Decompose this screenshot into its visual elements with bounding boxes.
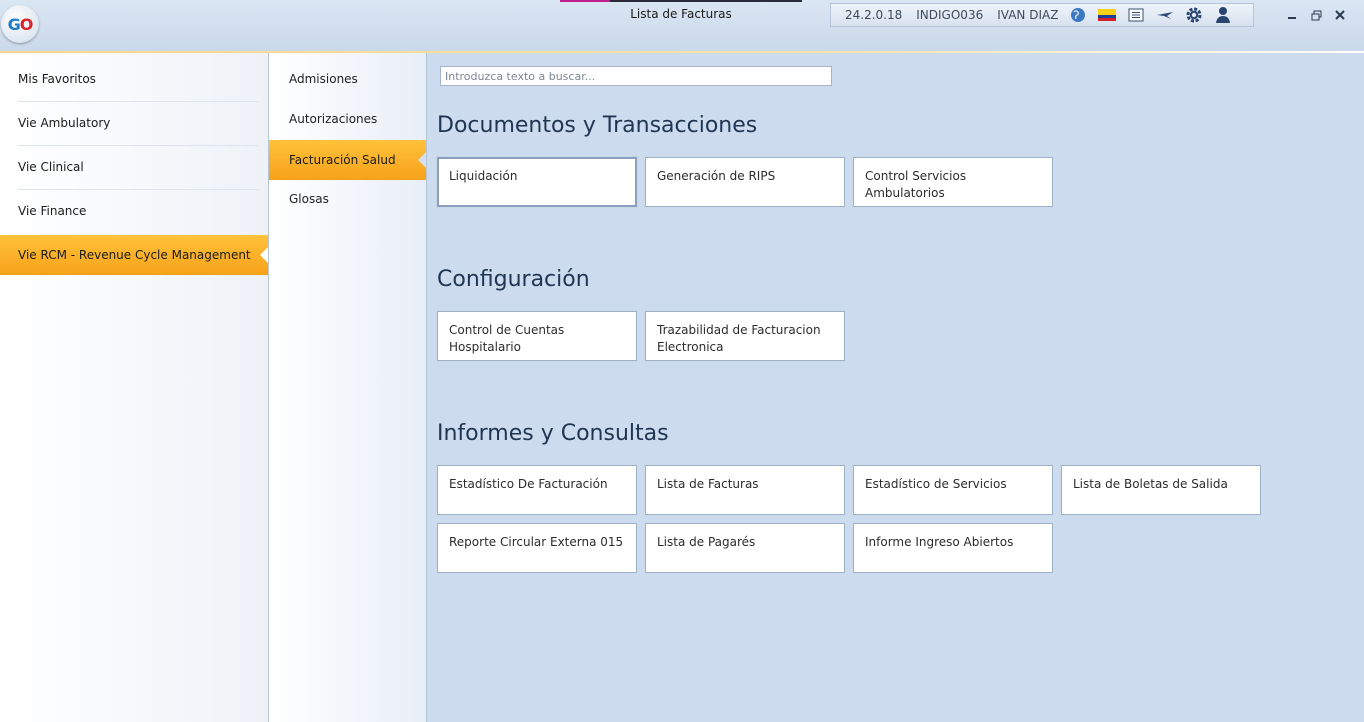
status-box: 24.2.0.18 INDIGO036 IVAN DIAZ (830, 3, 1254, 27)
window-controls (1280, 6, 1352, 24)
submenu-item-glosas[interactable]: Glosas (269, 179, 426, 219)
title-accent-line (560, 0, 802, 2)
tile-reporte-circular-015[interactable]: Reporte Circular Externa 015 (437, 523, 637, 573)
tile-lista-facturas[interactable]: Lista de Facturas (645, 465, 845, 515)
sidebar-item-mis-favoritos[interactable]: Mis Favoritos (0, 57, 268, 100)
section-title-configuracion: Configuración (437, 267, 590, 292)
section-title-documentos: Documentos y Transacciones (437, 113, 758, 138)
submenu-item-label: Autorizaciones (289, 112, 378, 126)
submenu-item-label: Glosas (289, 192, 329, 206)
submenu-item-autorizaciones[interactable]: Autorizaciones (269, 99, 426, 139)
app-logo[interactable]: GO (1, 5, 39, 43)
selection-indicator (260, 247, 268, 263)
main-content: Documentos y Transacciones Liquidación G… (427, 53, 1364, 722)
server-label: INDIGO036 (916, 8, 984, 22)
sidebar-item-vie-ambulatory[interactable]: Vie Ambulatory (0, 101, 268, 144)
colombia-flag-icon[interactable] (1098, 6, 1117, 24)
tile-informe-ingreso-abiertos[interactable]: Informe Ingreso Abiertos (853, 523, 1053, 573)
tile-liquidacion[interactable]: Liquidación (437, 157, 637, 207)
tile-control-servicios-ambulatorios[interactable]: Control Servicios Ambulatorios (853, 157, 1053, 207)
tile-lista-pagares[interactable]: Lista de Pagarés (645, 523, 845, 573)
tile-estadistico-servicios[interactable]: Estadístico de Servicios (853, 465, 1053, 515)
sidebar-item-label: Vie Clinical (18, 159, 84, 174)
window-title: Lista de Facturas (630, 7, 732, 21)
tile-generacion-rips[interactable]: Generación de RIPS (645, 157, 845, 207)
minimize-icon[interactable] (1280, 6, 1304, 24)
title-bar: GO Lista de Facturas 24.2.0.18 INDIGO036… (0, 0, 1364, 52)
submenu-item-facturacion-salud[interactable]: Facturación Salud (269, 140, 426, 180)
sidebar-item-label: Vie RCM - Revenue Cycle Management (18, 248, 251, 262)
close-icon[interactable] (1328, 6, 1352, 24)
sidebar-item-vie-rcm[interactable]: Vie RCM - Revenue Cycle Management (0, 235, 268, 275)
tile-trazabilidad-facturacion[interactable]: Trazabilidad de Facturacion Electronica (645, 311, 845, 361)
settings-gear-icon[interactable] (1185, 6, 1203, 24)
section-title-informes: Informes y Consultas (437, 421, 669, 446)
user-label: IVAN DIAZ (997, 8, 1059, 22)
user-icon[interactable] (1214, 6, 1232, 24)
sidebar-item-label: Vie Finance (18, 203, 87, 218)
sidebar-item-vie-clinical[interactable]: Vie Clinical (0, 145, 268, 188)
plane-icon[interactable] (1156, 6, 1174, 24)
restore-icon[interactable] (1304, 6, 1328, 24)
tile-lista-boletas-salida[interactable]: Lista de Boletas de Salida (1061, 465, 1261, 515)
tile-estadistico-facturacion[interactable]: Estadístico De Facturación (437, 465, 637, 515)
tile-control-cuentas-hospitalario[interactable]: Control de Cuentas Hospitalario (437, 311, 637, 361)
version-label: 24.2.0.18 (845, 8, 903, 22)
sidebar-item-vie-finance[interactable]: Vie Finance (0, 189, 268, 232)
list-icon[interactable] (1127, 6, 1145, 24)
sidebar-item-label: Mis Favoritos (18, 71, 96, 86)
submenu-item-label: Admisiones (289, 72, 358, 86)
submenu-item-admisiones[interactable]: Admisiones (269, 59, 426, 99)
globe-icon[interactable] (1069, 6, 1087, 24)
sidebar-item-label: Vie Ambulatory (18, 115, 111, 130)
search-input[interactable] (440, 66, 832, 86)
sidebar: Mis Favoritos Vie Ambulatory Vie Clinica… (0, 53, 269, 722)
submenu-item-label: Facturación Salud (289, 153, 396, 167)
submenu: Admisiones Autorizaciones Facturación Sa… (269, 53, 427, 722)
selection-indicator (418, 152, 426, 168)
